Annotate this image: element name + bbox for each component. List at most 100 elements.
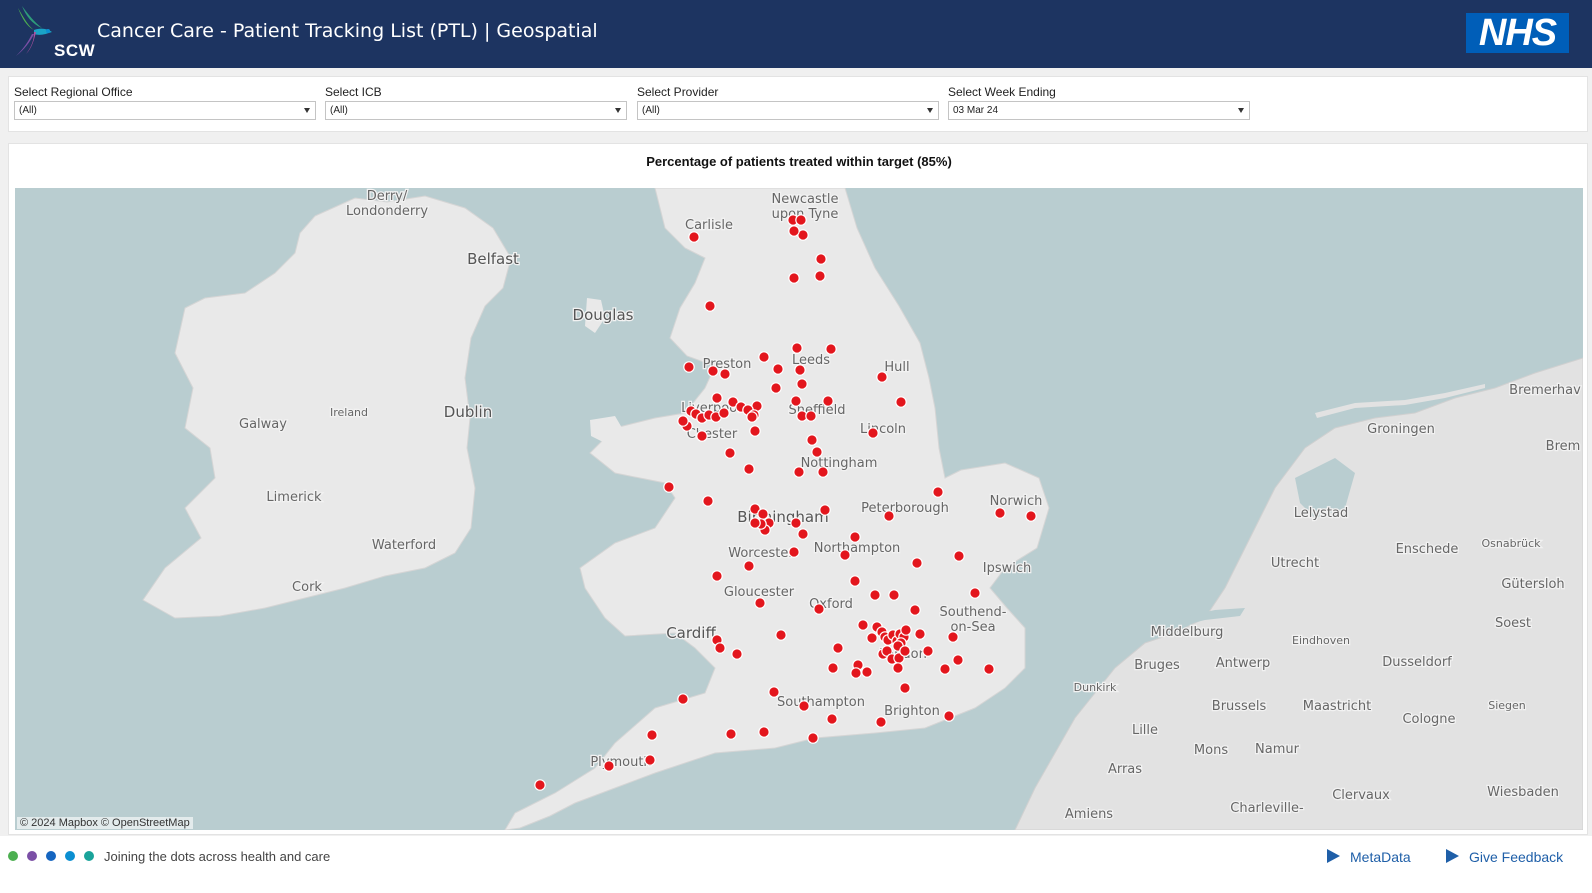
icb-select[interactable]: (All) <box>325 101 627 120</box>
provider-marker[interactable] <box>939 663 951 675</box>
provider-marker[interactable] <box>869 589 881 601</box>
provider-marker[interactable] <box>731 648 743 660</box>
provider-marker[interactable] <box>983 663 995 675</box>
provider-marker[interactable] <box>743 560 755 572</box>
provider-marker[interactable] <box>849 531 861 543</box>
map-attribution[interactable]: © 2024 Mapbox © OpenStreetMap <box>17 817 193 829</box>
provider-marker[interactable] <box>857 619 869 631</box>
provider-marker[interactable] <box>794 364 806 376</box>
provider-marker[interactable] <box>711 392 723 404</box>
provider-marker[interactable] <box>850 667 862 679</box>
provider-marker[interactable] <box>754 597 766 609</box>
geospatial-map[interactable]: Derry/Londonderry Belfast Douglas Newcastle… <box>15 188 1583 830</box>
provider-marker[interactable] <box>683 361 695 373</box>
provider-marker[interactable] <box>899 682 911 694</box>
provider-marker[interactable] <box>819 504 831 516</box>
provider-marker[interactable] <box>892 662 904 674</box>
provider-marker[interactable] <box>788 225 800 237</box>
provider-marker[interactable] <box>790 517 802 529</box>
provider-select[interactable]: (All) <box>637 101 939 120</box>
provider-marker[interactable] <box>952 654 964 666</box>
provider-marker[interactable] <box>900 624 912 636</box>
provider-marker[interactable] <box>922 645 934 657</box>
provider-marker[interactable] <box>757 508 769 520</box>
provider-marker[interactable] <box>806 434 818 446</box>
provider-marker[interactable] <box>704 300 716 312</box>
provider-marker[interactable] <box>899 645 911 657</box>
provider-marker[interactable] <box>815 253 827 265</box>
provider-marker[interactable] <box>758 351 770 363</box>
provider-marker[interactable] <box>826 713 838 725</box>
provider-marker[interactable] <box>832 642 844 654</box>
give-feedback-link[interactable]: Give Feedback <box>1446 847 1563 867</box>
provider-marker[interactable] <box>770 382 782 394</box>
map-canvas[interactable]: Derry/LondonderryBelfastDouglasNewcastle… <box>15 188 1583 830</box>
provider-marker[interactable] <box>888 589 900 601</box>
provider-marker[interactable] <box>644 754 656 766</box>
provider-marker[interactable] <box>827 662 839 674</box>
provider-marker[interactable] <box>718 407 730 419</box>
provider-marker[interactable] <box>793 466 805 478</box>
provider-marker[interactable] <box>677 415 689 427</box>
week-ending-select[interactable]: 03 Mar 24 <box>948 101 1250 120</box>
regional-office-select[interactable]: (All) <box>14 101 316 120</box>
provider-marker[interactable] <box>876 371 888 383</box>
provider-marker[interactable] <box>849 575 861 587</box>
provider-marker[interactable] <box>775 629 787 641</box>
provider-marker[interactable] <box>790 395 802 407</box>
provider-marker[interactable] <box>743 463 755 475</box>
provider-marker[interactable] <box>953 550 965 562</box>
provider-marker[interactable] <box>796 378 808 390</box>
provider-marker[interactable] <box>749 425 761 437</box>
provider-marker[interactable] <box>914 628 926 640</box>
provider-marker[interactable] <box>867 427 879 439</box>
provider-marker[interactable] <box>811 446 823 458</box>
provider-marker[interactable] <box>807 732 819 744</box>
provider-marker[interactable] <box>719 368 731 380</box>
provider-marker[interactable] <box>817 466 829 478</box>
provider-marker[interactable] <box>994 507 1006 519</box>
provider-marker[interactable] <box>724 447 736 459</box>
metadata-link[interactable]: MetaData <box>1327 847 1411 867</box>
provider-marker[interactable] <box>707 365 719 377</box>
provider-marker[interactable] <box>791 342 803 354</box>
provider-marker[interactable] <box>866 632 878 644</box>
provider-marker[interactable] <box>798 700 810 712</box>
provider-marker[interactable] <box>822 395 834 407</box>
provider-marker[interactable] <box>677 693 689 705</box>
provider-marker[interactable] <box>795 214 807 226</box>
provider-marker[interactable] <box>805 410 817 422</box>
provider-marker[interactable] <box>943 710 955 722</box>
provider-marker[interactable] <box>758 726 770 738</box>
provider-marker[interactable] <box>875 716 887 728</box>
provider-marker[interactable] <box>883 510 895 522</box>
provider-marker[interactable] <box>772 363 784 375</box>
provider-marker[interactable] <box>932 486 944 498</box>
provider-marker[interactable] <box>813 603 825 615</box>
provider-marker[interactable] <box>797 528 809 540</box>
provider-marker[interactable] <box>969 587 981 599</box>
provider-marker[interactable] <box>646 729 658 741</box>
provider-marker[interactable] <box>749 517 761 529</box>
provider-marker[interactable] <box>702 495 714 507</box>
provider-marker[interactable] <box>603 760 615 772</box>
provider-marker[interactable] <box>895 396 907 408</box>
provider-marker[interactable] <box>688 231 700 243</box>
provider-marker[interactable] <box>911 557 923 569</box>
provider-marker[interactable] <box>788 272 800 284</box>
provider-marker[interactable] <box>534 779 546 791</box>
provider-marker[interactable] <box>768 686 780 698</box>
provider-marker[interactable] <box>725 728 737 740</box>
provider-marker[interactable] <box>788 546 800 558</box>
provider-marker[interactable] <box>1025 510 1037 522</box>
provider-marker[interactable] <box>814 270 826 282</box>
provider-marker[interactable] <box>711 570 723 582</box>
provider-marker[interactable] <box>746 411 758 423</box>
provider-marker[interactable] <box>663 481 675 493</box>
provider-marker[interactable] <box>696 430 708 442</box>
provider-marker[interactable] <box>909 604 921 616</box>
provider-marker[interactable] <box>861 666 873 678</box>
provider-marker[interactable] <box>714 642 726 654</box>
provider-marker[interactable] <box>825 343 837 355</box>
provider-marker[interactable] <box>839 549 851 561</box>
